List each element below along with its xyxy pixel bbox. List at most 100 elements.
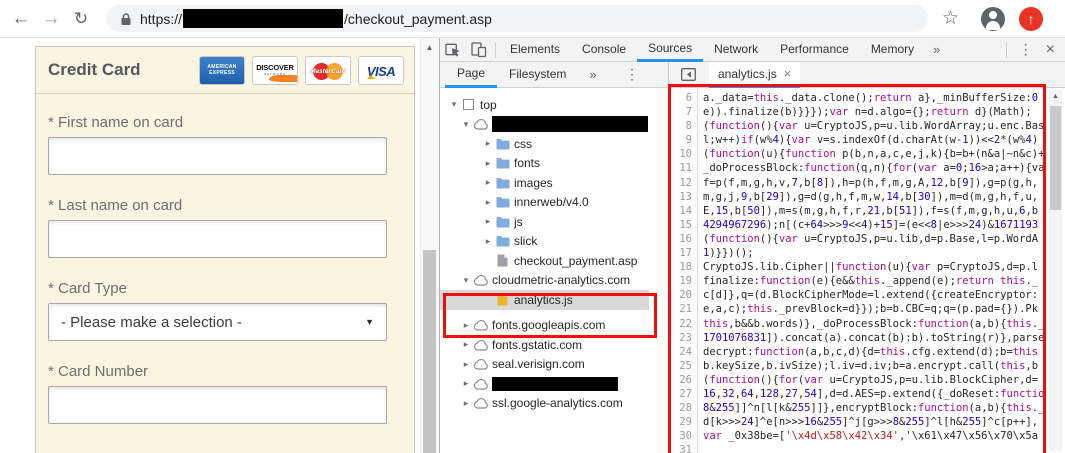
- collapsed-arrow-icon[interactable]: ▸: [460, 339, 472, 350]
- line-number[interactable]: 24: [669, 346, 697, 360]
- tree-item-slick[interactable]: ▸slick: [440, 232, 668, 252]
- line-number[interactable]: 10: [669, 148, 697, 162]
- line-number[interactable]: 20: [669, 289, 697, 303]
- line-number[interactable]: 28: [669, 402, 697, 416]
- line-number[interactable]: 11: [669, 162, 697, 176]
- tree-item-seal.verisign.com[interactable]: ▸seal.verisign.com: [440, 355, 668, 375]
- collapsed-arrow-icon[interactable]: ▸: [482, 197, 494, 208]
- line-number[interactable]: 17: [669, 247, 697, 261]
- page-scrollbar-thumb[interactable]: [423, 250, 436, 453]
- editor-scrollbar[interactable]: ▲: [1049, 90, 1062, 451]
- tree-item-label: innerweb/v4.0: [514, 195, 589, 209]
- tree-item-label: checkout_payment.asp: [514, 254, 637, 268]
- tree-item-fonts.gstatic.com[interactable]: ▸fonts.gstatic.com: [440, 335, 668, 355]
- first-name-field[interactable]: [48, 137, 387, 175]
- expanded-arrow-icon[interactable]: ▾: [460, 275, 472, 286]
- tab-performance[interactable]: Performance: [769, 38, 860, 62]
- line-number[interactable]: 30: [669, 430, 697, 444]
- tree-item-fonts.googleapis.com[interactable]: ▸fonts.googleapis.com: [440, 316, 668, 336]
- line-number[interactable]: 6: [669, 92, 697, 106]
- expanded-arrow-icon[interactable]: ▾: [460, 119, 472, 130]
- tree-item-ssl.google-analytics.com[interactable]: ▸ ssl.google-analytics.com: [440, 394, 668, 414]
- scroll-up-icon[interactable]: ▲: [421, 38, 438, 52]
- device-toolbar-icon[interactable]: [466, 38, 492, 62]
- line-number[interactable]: 8: [669, 120, 697, 134]
- collapsed-arrow-icon[interactable]: ▸: [482, 158, 494, 169]
- expanded-arrow-icon[interactable]: ▾: [448, 99, 460, 110]
- devtools-menu-icon[interactable]: ⋮: [1010, 41, 1042, 58]
- collapsed-arrow-icon[interactable]: ▸: [460, 320, 472, 331]
- tab-sources[interactable]: Sources: [637, 38, 703, 62]
- tree-item-redacted[interactable]: ▸: [440, 374, 668, 394]
- navigator-tab-page[interactable]: Page: [445, 62, 497, 88]
- line-number[interactable]: 16: [669, 233, 697, 247]
- line-number[interactable]: 22: [669, 318, 697, 332]
- collapsed-arrow-icon[interactable]: ▸: [482, 216, 494, 227]
- devtools-body: PageFilesystem » ⋮ ▾top▾▸css▸fonts▸image…: [440, 62, 1065, 453]
- bookmark-star-icon[interactable]: ☆: [942, 7, 959, 30]
- line-number[interactable]: 12: [669, 177, 697, 191]
- tab-network[interactable]: Network: [703, 38, 769, 62]
- tree-item-analytics.js[interactable]: analytics.js: [440, 290, 649, 310]
- tree-item-label: ssl.google-analytics.com: [492, 396, 623, 410]
- tree-item-checkout-payment.asp[interactable]: checkout_payment.asp: [440, 251, 668, 271]
- collapsed-arrow-icon[interactable]: ▸: [460, 359, 472, 370]
- editor-scroll-up-icon[interactable]: ▲: [1049, 90, 1062, 100]
- tree-item-css[interactable]: ▸css: [440, 134, 668, 154]
- line-number[interactable]: 13: [669, 191, 697, 205]
- file-tree: ▾top▾▸css▸fonts▸images▸innerweb/v4.0▸js▸…: [440, 88, 668, 453]
- tree-item-cloudmetric-analytics.com[interactable]: ▾cloudmetric-analytics.com: [440, 271, 668, 291]
- collapsed-arrow-icon[interactable]: ▸: [460, 398, 472, 409]
- tab-console[interactable]: Console: [571, 38, 637, 62]
- tree-item-label: analytics.js: [514, 293, 573, 307]
- line-number[interactable]: 9: [669, 134, 697, 148]
- back-icon[interactable]: ←: [6, 8, 36, 30]
- line-number[interactable]: 18: [669, 261, 697, 275]
- tree-item-fonts[interactable]: ▸fonts: [440, 154, 668, 174]
- more-tabs-icon[interactable]: »: [925, 42, 948, 57]
- cloud-icon: [472, 378, 489, 390]
- line-number[interactable]: 27: [669, 388, 697, 402]
- tree-item-innerweb-v4.0[interactable]: ▸ innerweb/v4.0: [440, 193, 668, 213]
- folder-icon: [494, 235, 511, 247]
- line-number[interactable]: 19: [669, 275, 697, 289]
- tab-memory[interactable]: Memory: [860, 38, 925, 62]
- tab-elements[interactable]: Elements: [499, 38, 571, 62]
- tree-item-top[interactable]: ▾top: [440, 95, 668, 115]
- navigator-menu-icon[interactable]: ⋮: [616, 66, 648, 83]
- page-scrollbar[interactable]: ▲: [420, 38, 438, 453]
- card-type-select[interactable]: - Please make a selection -▼: [48, 303, 387, 341]
- line-number[interactable]: 23: [669, 332, 697, 346]
- collapsed-arrow-icon[interactable]: ▸: [482, 236, 494, 247]
- navigator-tab-filesystem[interactable]: Filesystem: [497, 62, 578, 88]
- line-number[interactable]: 31: [669, 444, 697, 453]
- collapsed-arrow-icon[interactable]: ▸: [460, 378, 472, 389]
- line-number[interactable]: 7: [669, 106, 697, 120]
- line-number[interactable]: 25: [669, 360, 697, 374]
- devtools-close-icon[interactable]: ×: [1042, 41, 1065, 59]
- collapsed-arrow-icon[interactable]: ▸: [482, 138, 494, 149]
- forward-icon[interactable]: →: [36, 8, 66, 30]
- card-number-field[interactable]: [48, 386, 387, 424]
- line-number[interactable]: 26: [669, 374, 697, 388]
- refresh-icon[interactable]: ↻: [66, 9, 96, 29]
- tree-item-redacted[interactable]: ▾: [440, 115, 668, 135]
- url-bar[interactable]: https:///checkout_payment.asp: [106, 5, 928, 32]
- navigator-more-tabs-icon[interactable]: »: [581, 67, 604, 82]
- tree-item-js[interactable]: ▸js: [440, 212, 668, 232]
- tab-close-icon[interactable]: ×: [784, 66, 792, 81]
- inspect-element-icon[interactable]: [440, 38, 466, 62]
- collapsed-arrow-icon[interactable]: ▸: [482, 177, 494, 188]
- extension-icon[interactable]: ↑: [1019, 7, 1043, 31]
- card-number-field-label: * Card Number: [48, 363, 387, 380]
- line-number[interactable]: 15: [669, 219, 697, 233]
- line-number[interactable]: 14: [669, 205, 697, 219]
- navigator-toggle-icon[interactable]: [681, 68, 696, 81]
- last-name-field[interactable]: [48, 220, 387, 258]
- editor-tab-analytics-js[interactable]: analytics.js ×: [709, 62, 800, 88]
- editor-scrollbar-thumb[interactable]: [1050, 106, 1061, 210]
- line-number[interactable]: 21: [669, 303, 697, 317]
- tree-item-images[interactable]: ▸images: [440, 173, 668, 193]
- profile-avatar-icon[interactable]: [981, 7, 1005, 31]
- line-number[interactable]: 29: [669, 416, 697, 430]
